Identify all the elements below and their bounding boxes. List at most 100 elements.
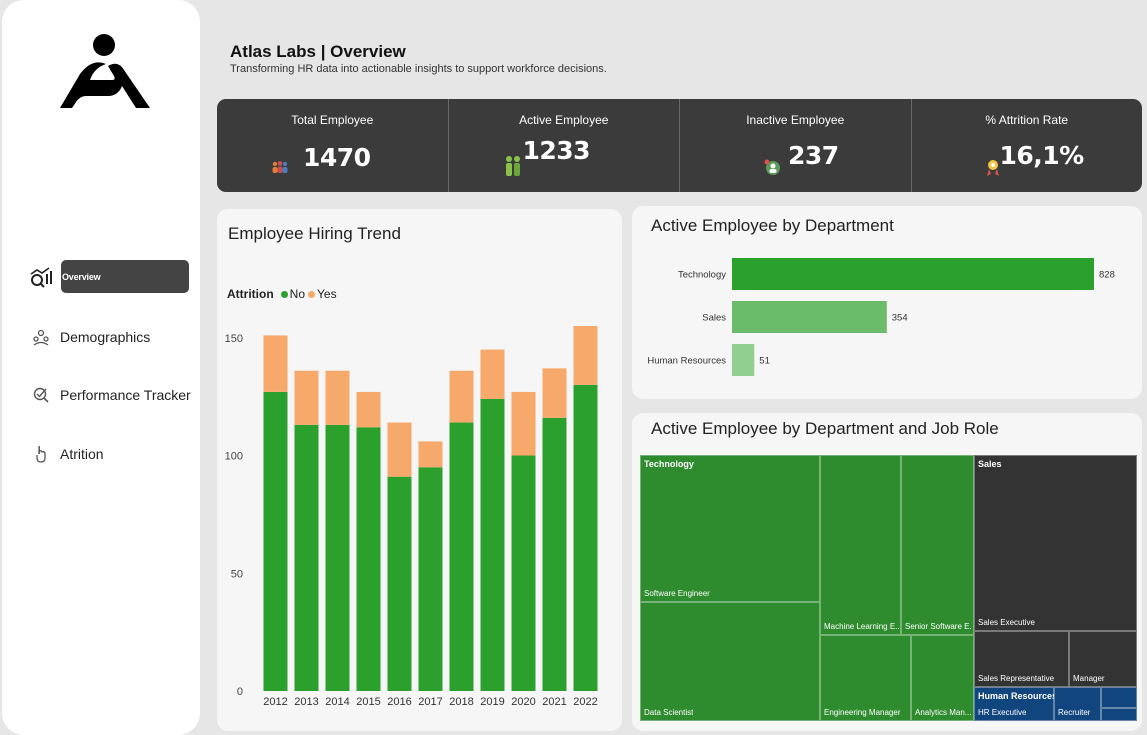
bar-yes-2016[interactable] — [387, 422, 412, 477]
dept-bar-2[interactable] — [732, 344, 755, 376]
y-tick-label: 50 — [231, 568, 243, 580]
category-label: Technology — [678, 270, 726, 281]
treemap-tile-analytics-manager[interactable]: Analytics Man... — [911, 635, 974, 721]
kpi-label: Total Employee — [291, 113, 374, 127]
atlas-labs-logo — [60, 34, 150, 108]
kpi-active-employee: Active Employee 1233 — [449, 99, 680, 192]
kpi-value: 1233 — [522, 136, 591, 165]
bar-yes-2018[interactable] — [449, 370, 474, 423]
nav-item-label: Performance Tracker — [60, 387, 191, 403]
y-tick-label: 100 — [225, 451, 243, 463]
treemap-role-label: Sales Representative — [978, 674, 1055, 683]
bar-no-2019[interactable] — [480, 399, 505, 691]
bar-yes-2022[interactable] — [573, 326, 598, 385]
bar-yes-2021[interactable] — [542, 368, 567, 418]
x-tick-label: 2013 — [294, 696, 318, 708]
x-tick-label: 2017 — [418, 696, 442, 708]
treemap-tile-recruiter[interactable]: Recruiter — [1054, 687, 1101, 721]
y-tick-label: 150 — [225, 333, 243, 345]
treemap-tile-sales-executive[interactable]: Sales Sales Executive — [974, 455, 1137, 631]
nav-item-performance-tracker[interactable]: Performance Tracker — [26, 378, 196, 412]
card-title: Active Employee by Department and Job Ro… — [651, 419, 999, 438]
bar-no-2017[interactable] — [418, 467, 443, 691]
nav-item-overview-pill[interactable]: Overview — [61, 260, 189, 293]
inactive-person-icon — [764, 159, 780, 175]
treemap-role-label: Software Engineer — [644, 589, 710, 598]
bar-yes-2012[interactable] — [263, 335, 288, 392]
category-label: Human Resources — [647, 356, 726, 367]
x-tick-label: 2019 — [480, 696, 504, 708]
bar-no-2016[interactable] — [387, 476, 412, 691]
treemap-role-label: Senior Software E... — [905, 622, 973, 631]
nav-item-overview[interactable]: Overview — [26, 260, 196, 294]
x-tick-label: 2012 — [263, 696, 287, 708]
bar-no-2021[interactable] — [542, 417, 567, 691]
bar-yes-2020[interactable] — [511, 391, 536, 456]
bar-yes-2019[interactable] — [480, 349, 505, 399]
x-tick-label: 2015 — [356, 696, 380, 708]
kpi-label: Active Employee — [519, 113, 609, 127]
treemap-tile-sales-representative[interactable]: Sales Representative — [974, 631, 1069, 687]
dept-bar-1[interactable] — [732, 301, 887, 333]
treemap-group-label: Human Resources — [978, 691, 1058, 701]
nav-item-label: Atrition — [60, 446, 104, 462]
treemap-role-label: HR Executive — [978, 708, 1027, 717]
bar-no-2022[interactable] — [573, 384, 598, 691]
treemap-tile-engineering-manager[interactable]: Engineering Manager — [820, 635, 911, 721]
department-card: Active Employee by Department Technology… — [632, 206, 1142, 399]
bar-no-2018[interactable] — [449, 422, 474, 691]
card-title: Active Employee by Department — [651, 216, 894, 235]
hiring-trend-chart: 0 50 100 150 2012 2013 2014 2015 2016 2017 2018 201… — [225, 326, 598, 708]
treemap-role-label: Machine Learning E... — [824, 622, 900, 631]
bar-yes-2015[interactable] — [356, 391, 381, 428]
treemap-tile-hr-other[interactable] — [1101, 687, 1137, 708]
kpi-inactive-employee: Inactive Employee 237 — [680, 99, 912, 192]
treemap-tile-hr-executive[interactable]: Human Resources HR Executive — [974, 687, 1058, 721]
legend-yes-dot — [308, 290, 315, 298]
bar-no-2014[interactable] — [325, 424, 350, 691]
treemap-role-label: Data Scientist — [644, 708, 694, 717]
treemap-role-label: Recruiter — [1058, 708, 1091, 717]
chart-analytics-icon — [26, 266, 56, 288]
treemap-tile-data-scientist[interactable]: Data Scientist — [640, 602, 820, 721]
bar-yes-2014[interactable] — [325, 370, 350, 425]
bar-no-2013[interactable] — [294, 424, 319, 691]
x-tick-label: 2021 — [542, 696, 566, 708]
people-network-icon — [26, 328, 56, 346]
nav-item-label: Overview — [62, 271, 101, 282]
bar-yes-2013[interactable] — [294, 370, 319, 425]
dept-bar-0[interactable] — [732, 258, 1094, 290]
performance-check-icon — [26, 386, 56, 404]
treemap-tile-ml-engineer[interactable]: Machine Learning E... — [820, 455, 901, 635]
treemap-group-label: Technology — [644, 459, 694, 469]
value-label: 51 — [759, 356, 770, 367]
kpi-label: Inactive Employee — [746, 113, 845, 127]
bar-no-2012[interactable] — [263, 391, 288, 691]
x-tick-label: 2016 — [387, 696, 411, 708]
nav-item-demographics[interactable]: Demographics — [26, 320, 196, 354]
y-tick-label: 0 — [237, 686, 243, 698]
treemap-role-label: Sales Executive — [978, 618, 1035, 627]
treemap-tile-manager[interactable]: Manager — [1069, 631, 1137, 687]
value-label: 828 — [1099, 270, 1115, 281]
nav-item-label: Demographics — [60, 329, 151, 345]
card-title: Employee Hiring Trend — [228, 224, 401, 243]
bar-no-2015[interactable] — [356, 427, 381, 691]
sidebar: Overview Demographics Performance Tracke… — [2, 0, 200, 735]
treemap-role-label: Analytics Man... — [915, 708, 972, 717]
bar-no-2020[interactable] — [511, 455, 536, 691]
kpi-total-employee: Total Employee 1470 — [217, 99, 449, 192]
kpi-value: 237 — [788, 141, 839, 170]
x-tick-label: 2020 — [511, 696, 535, 708]
page-title: Atlas Labs | Overview — [230, 42, 406, 61]
x-tick-label: 2018 — [449, 696, 473, 708]
treemap-tile-software-engineer[interactable]: Technology Software Engineer — [640, 455, 820, 602]
page-subtitle: Transforming HR data into actionable ins… — [230, 63, 607, 75]
chart-legend: Attrition No Yes — [227, 287, 337, 301]
treemap-tile-hr-other-2[interactable] — [1101, 708, 1137, 721]
bar-yes-2017[interactable] — [418, 441, 443, 468]
kpi-label: % Attrition Rate — [985, 113, 1069, 127]
kpi-value: 16,1% — [999, 141, 1085, 170]
nav-item-atrition[interactable]: Atrition — [26, 437, 196, 471]
treemap-tile-senior-software-engineer[interactable]: Senior Software E... — [901, 455, 974, 635]
